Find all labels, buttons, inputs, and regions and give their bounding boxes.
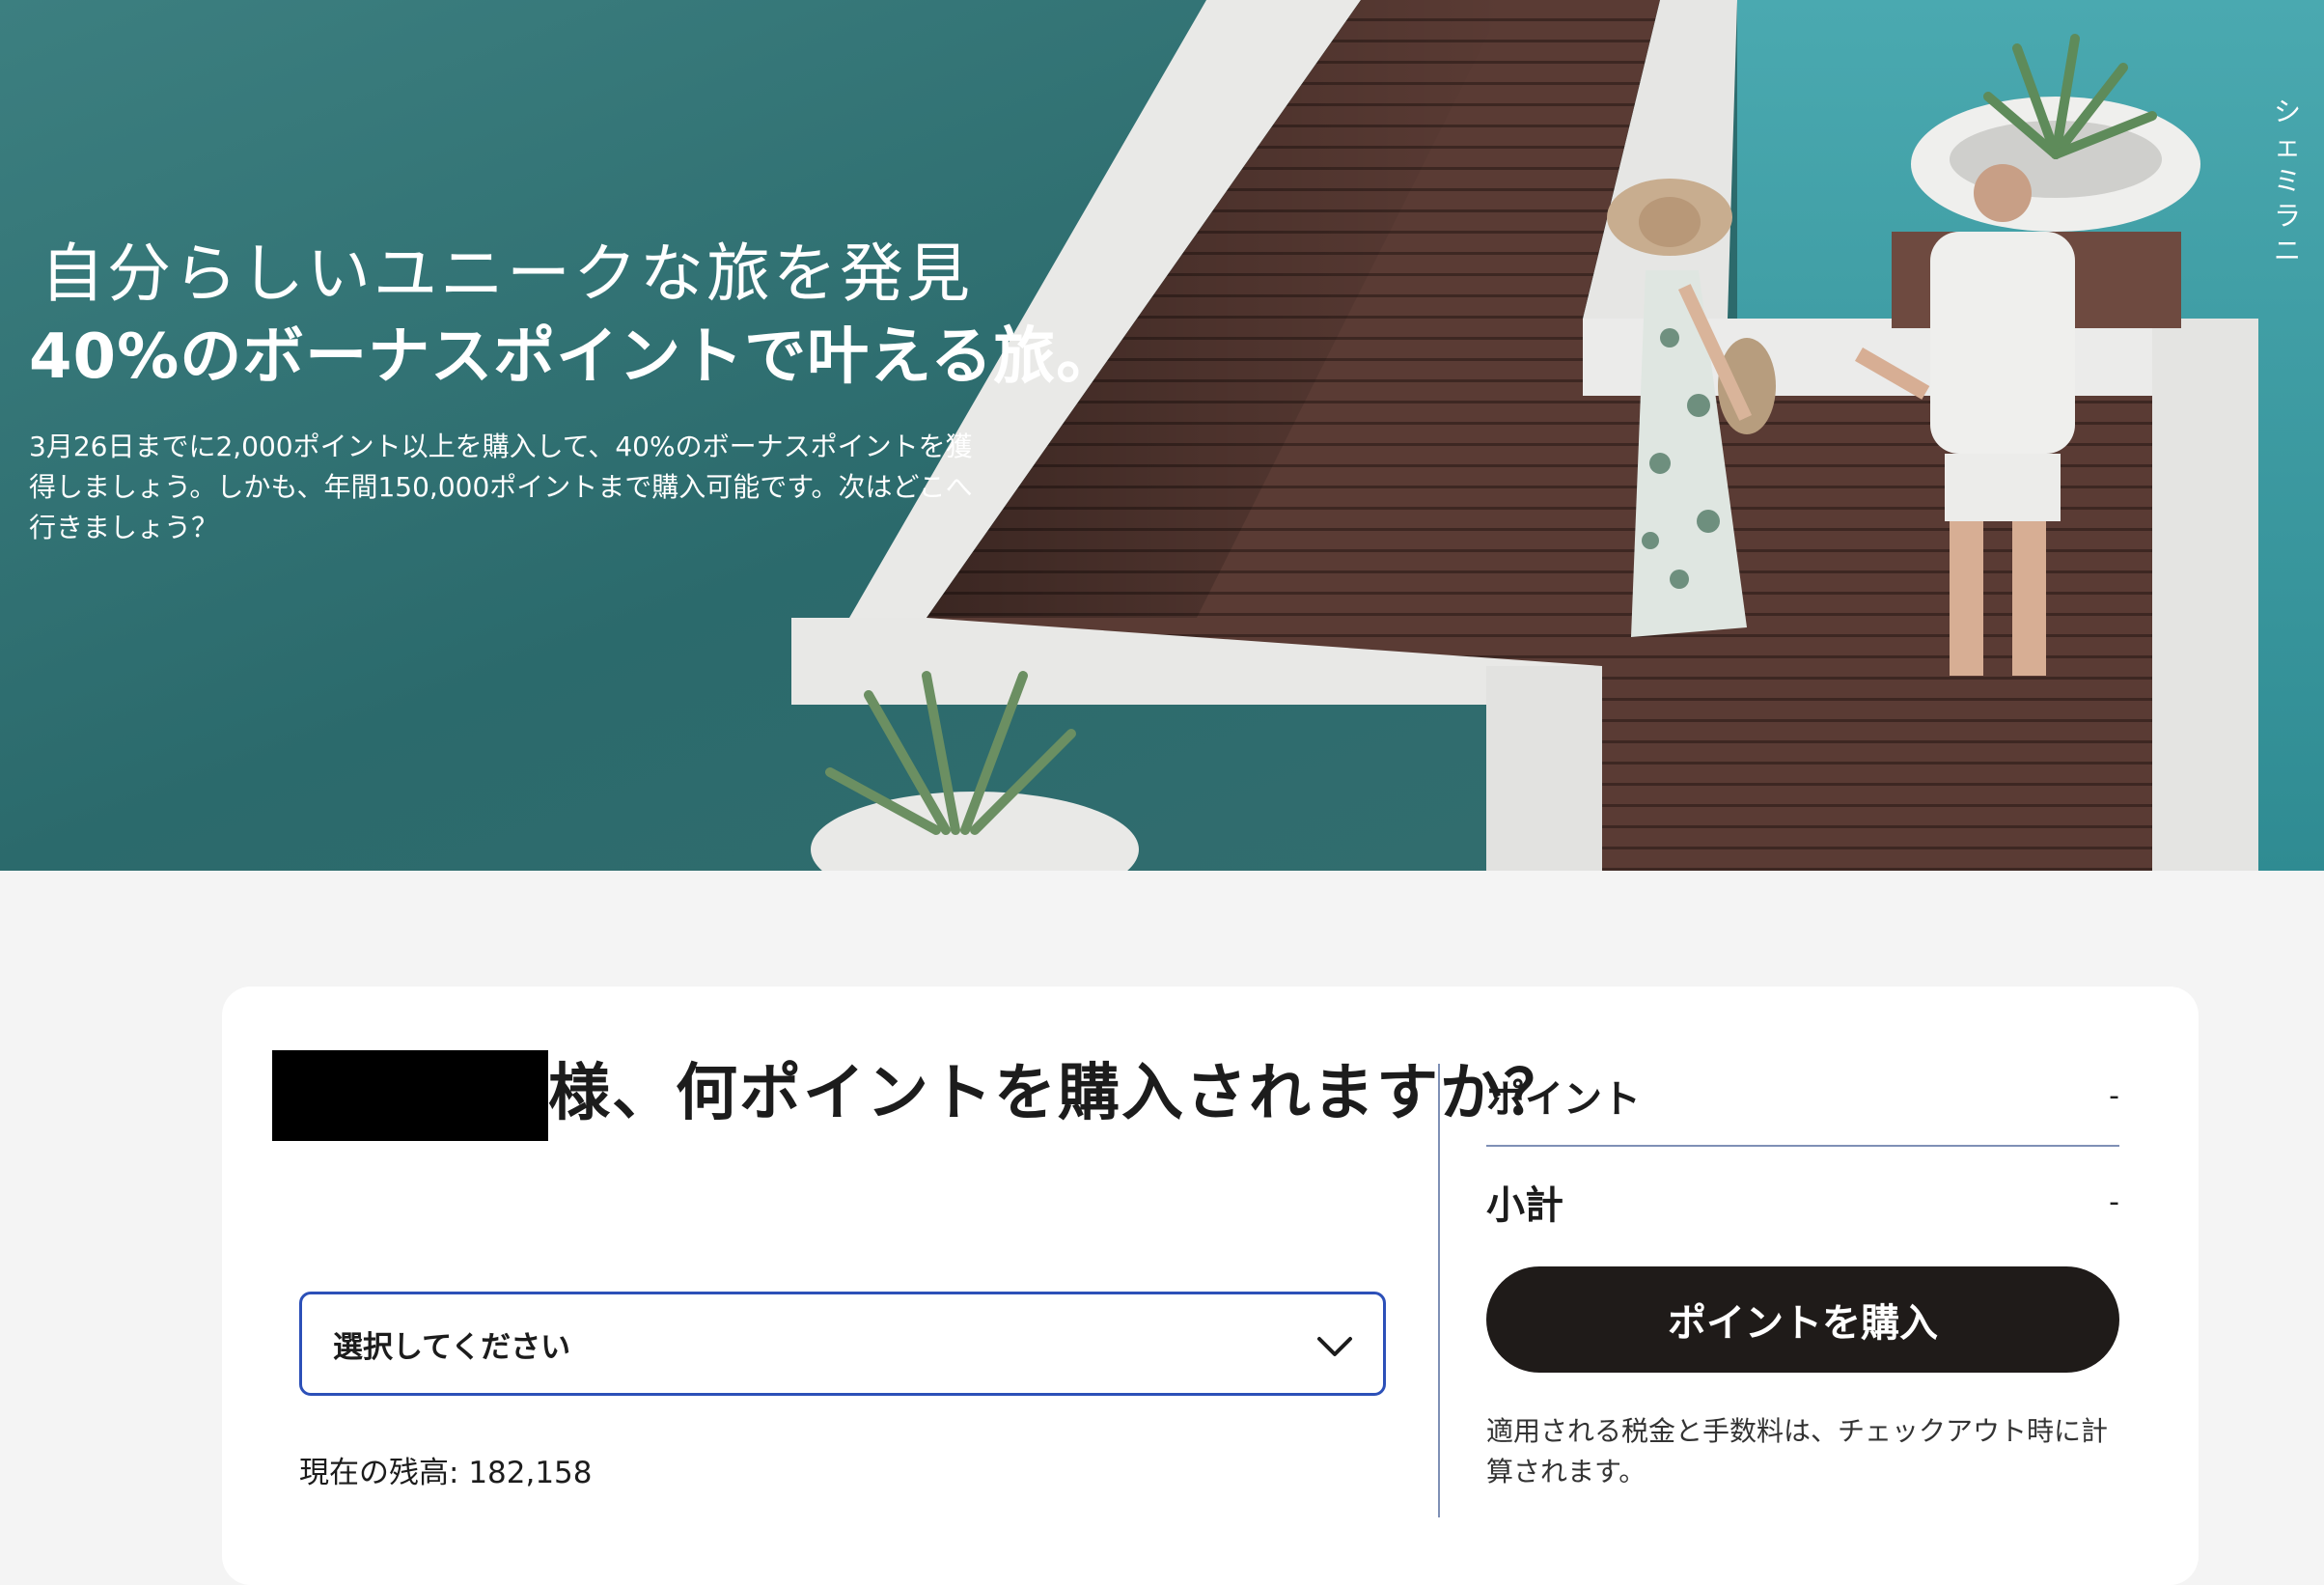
hero-description: 3月26日までに2,000ポイント以上を購入して、40%のボーナスポイントを獲得… <box>29 431 973 543</box>
purchase-card: 様、何ポイントを購入されますか？ 選択してください 現在の残高: 182,158… <box>222 987 2199 1585</box>
purchase-question: 様、何ポイントを購入されますか？ <box>548 1058 1567 1129</box>
current-balance: 現在の残高: 182,158 <box>299 1448 593 1491</box>
buy-points-button[interactable]: ポイントを購入 <box>1486 1266 2119 1373</box>
balance-value: 182,158 <box>468 1456 593 1490</box>
points-amount-select[interactable]: 選択してください <box>299 1292 1386 1396</box>
subtotal-label: 小計 <box>1486 1183 1563 1228</box>
hero-title: 自分らしいユニークな旅を発見 <box>41 236 973 311</box>
chevron-down-icon <box>1315 1327 1354 1370</box>
hero-side-caption: シェミラニ <box>2274 96 2302 266</box>
balance-label: 現在の残高: <box>299 1456 469 1490</box>
points-row: ポイント - <box>1486 1068 2119 1124</box>
subtotal-value: - <box>2109 1184 2119 1219</box>
vertical-divider <box>1438 1064 1440 1517</box>
tax-note: 適用される税金と手数料は、チェックアウト時に計算されます。 <box>1486 1415 2109 1488</box>
points-label: ポイント <box>1486 1077 1641 1122</box>
hero-banner: 自分らしいユニークな旅を発見 40%のボーナスポイントで叶える旅。 3月26日ま… <box>0 0 2324 871</box>
subtotal-row: 小計 - <box>1486 1174 2119 1230</box>
hero-subtitle: 40%のボーナスポイントで叶える旅。 <box>29 321 1120 393</box>
select-placeholder: 選択してください <box>333 1329 571 1365</box>
points-value: - <box>2109 1078 2119 1113</box>
summary-divider <box>1486 1145 2119 1147</box>
